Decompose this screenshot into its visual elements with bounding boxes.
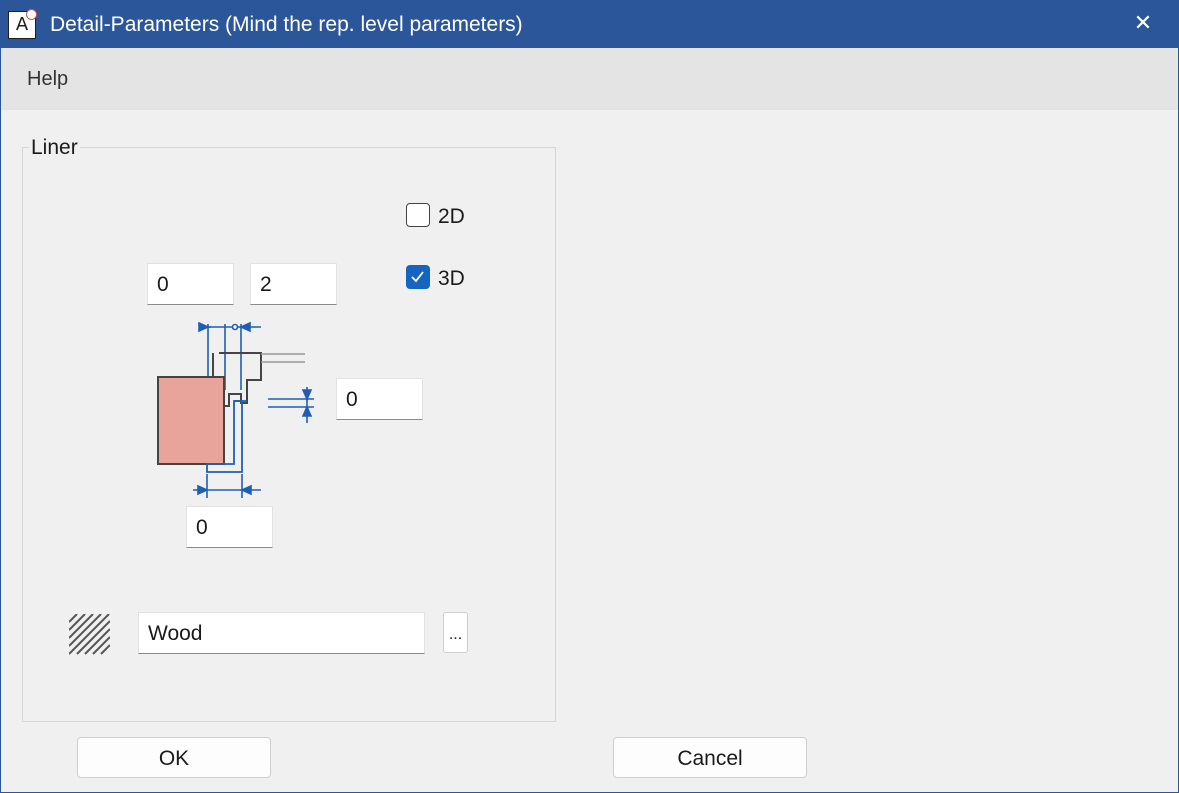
right-dimension-lines: [268, 387, 314, 423]
material-browse-button[interactable]: ...: [443, 612, 468, 653]
wall-section: [157, 376, 225, 465]
liner-offset-field[interactable]: 0: [147, 263, 234, 305]
wall-section-diagram: [157, 376, 314, 498]
material-field[interactable]: Wood: [138, 612, 425, 654]
close-button[interactable]: ✕: [1108, 1, 1178, 48]
liner-group-label: Liner: [29, 136, 80, 160]
checkbox-3d[interactable]: [406, 265, 430, 289]
liner-vertical-offset-field[interactable]: 0: [336, 378, 423, 420]
checkbox-2d-label[interactable]: 2D: [438, 205, 465, 229]
checkmark-icon: [411, 271, 424, 283]
title-bar: A Detail-Parameters (Mind the rep. level…: [1, 1, 1178, 48]
bottom-dimension-lines: [193, 474, 261, 498]
checkbox-2d[interactable]: [406, 203, 430, 227]
menu-bar: Help: [1, 48, 1178, 110]
detail-parameters-dialog: A Detail-Parameters (Mind the rep. level…: [0, 0, 1179, 793]
ok-button[interactable]: OK: [77, 737, 271, 778]
close-icon: ✕: [1133, 10, 1153, 35]
cancel-button[interactable]: Cancel: [613, 737, 807, 778]
app-icon: A: [8, 9, 37, 39]
liner-thickness-field[interactable]: 2: [250, 263, 337, 305]
app-icon-badge: [26, 9, 37, 20]
hatch-pattern-icon: [69, 614, 110, 655]
checkbox-3d-label[interactable]: 3D: [438, 267, 465, 291]
window-title: Detail-Parameters (Mind the rep. level p…: [50, 13, 523, 36]
liner-width-field[interactable]: 0: [186, 506, 273, 548]
menu-item-help[interactable]: Help: [27, 68, 68, 91]
